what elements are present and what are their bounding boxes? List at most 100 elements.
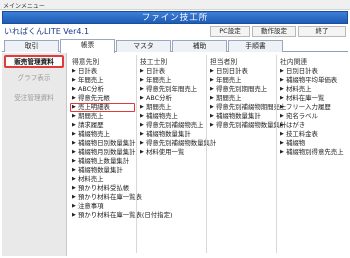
report-link[interactable]: ▶ 得意先別補綴物期間売上 <box>208 103 286 112</box>
report-link[interactable]: ▶ はがき <box>278 121 346 130</box>
column-by-technician: 技工士別 ▶ 日計表 ▶ 年間売上 ▶ 得意先別年間売上 ▶ ABC分析 ▶ 期間売上 ▶ 補綴物売上 ▶… <box>138 53 216 157</box>
report-link[interactable]: ▶ 日計表 <box>70 67 135 76</box>
report-link-label: 得意先別年間売上 <box>146 85 198 93</box>
report-link-label: 預かり材料在庫一覧表 <box>78 193 142 201</box>
report-link[interactable]: ▶ 補綴物数量集計 <box>70 166 135 175</box>
report-link[interactable]: ▶ 年間売上 <box>138 76 204 85</box>
tab-transactions[interactable]: 取引 <box>4 40 59 52</box>
exit-button[interactable]: 終了 <box>298 26 346 37</box>
report-link[interactable]: ▶ 補綴物日別数量集計 <box>70 139 136 148</box>
arrow-right-icon: ▶ <box>140 86 144 92</box>
arrow-right-icon: ▶ <box>140 95 144 101</box>
report-link[interactable]: ▶ 補綴物数量集計 <box>208 112 274 121</box>
report-link[interactable]: ▶ 得意先別年間売上 <box>138 85 204 94</box>
tab-master[interactable]: マスタ <box>116 40 171 52</box>
report-link[interactable]: ▶ 材料使用一覧 <box>138 148 204 157</box>
report-link-label: 補綴物売上 <box>78 130 110 138</box>
report-link-label: 補綴物売上 <box>146 112 178 120</box>
report-link[interactable]: ▶ 得意先別補綴物売上 <box>138 121 204 130</box>
report-link[interactable]: ▶ 宛名ラベル <box>278 112 346 121</box>
report-link[interactable]: ▶ 日計表 <box>138 67 204 76</box>
tab-reports[interactable]: 帳票 <box>60 39 115 53</box>
report-link-label: 補綴物別得意先売上 <box>286 148 344 156</box>
report-link[interactable]: ▶ 得意先別補綴物数量集計 <box>208 121 286 130</box>
report-link[interactable]: ▶ 補綴物数量集計 <box>138 130 204 139</box>
report-link[interactable]: ▶ 請求履歴 <box>70 121 135 130</box>
column-by-staff: 担当者別 ▶ 日別日計表 ▶ 年間売上 ▶ 得意先別期間売上 ▶ 期間売上 ▶ 得意先別補綴物期間売… <box>208 53 286 130</box>
report-link-label: 日計表 <box>78 67 98 75</box>
report-link[interactable]: ▶ 売上明細表 <box>70 103 135 112</box>
report-link[interactable]: ▶ 日別日計表 <box>208 67 274 76</box>
arrow-right-icon: ▶ <box>140 77 144 83</box>
report-link[interactable]: ▶ 材料売上 <box>278 85 346 94</box>
operation-settings-button[interactable]: 動作設定 <box>252 26 296 37</box>
arrow-right-icon: ▶ <box>72 212 76 218</box>
column-heading: 技工士別 <box>140 58 168 66</box>
report-link-label: 補綴物数量集計 <box>216 112 261 120</box>
report-link-label: 年間売上 <box>78 76 104 84</box>
report-link[interactable]: ▶ 期間売上 <box>208 94 274 103</box>
report-link-label: 売上明細表 <box>78 103 110 111</box>
report-link[interactable]: ▶ 預かり材料在庫一覧表(日付指定) <box>70 211 172 220</box>
arrow-right-icon: ▶ <box>72 176 76 182</box>
column-divider <box>206 55 207 253</box>
report-link[interactable]: ▶ 技工料金表 <box>278 130 346 139</box>
arrow-right-icon: ▶ <box>72 131 76 137</box>
arrow-right-icon: ▶ <box>280 95 284 101</box>
report-link-label: 補綴物平均単価表 <box>286 76 338 84</box>
column-heading: 得意先別 <box>72 58 100 66</box>
report-link[interactable]: ▶ 材料在庫一覧 <box>278 94 346 103</box>
sidebar: 販売管理資料 グラフ表示 受注管理資料 <box>2 53 67 256</box>
report-link[interactable]: ▶ 得意先元帳 <box>70 94 135 103</box>
report-link[interactable]: ▶ 補綴物平均単価表 <box>278 76 346 85</box>
report-link[interactable]: ▶ 補綴物別得意先売上 <box>278 148 346 157</box>
pc-settings-button[interactable]: PC設定 <box>210 26 250 37</box>
report-link[interactable]: ▶ 得意先別期間売上 <box>208 85 274 94</box>
report-link[interactable]: ▶ フリー入力履歴 <box>278 103 346 112</box>
sidebar-item-graph[interactable]: グラフ表示 <box>4 73 64 86</box>
report-link[interactable]: ▶ 年間売上 <box>208 76 274 85</box>
arrow-right-icon: ▶ <box>210 122 214 128</box>
arrow-right-icon: ▶ <box>140 122 144 128</box>
report-link[interactable]: ▶ 預かり材料受払帳 <box>70 184 135 193</box>
report-link[interactable]: ▶ 期間売上 <box>70 112 135 121</box>
sidebar-item-order-management[interactable]: 受注管理資料 <box>4 93 64 106</box>
report-link[interactable]: ▶ 材料売上 <box>70 175 135 184</box>
report-link[interactable]: ▶ 補綴物上数量集計 <box>70 157 135 166</box>
title-bar: ファイン技工所 <box>2 11 348 24</box>
report-link[interactable]: ▶ 補綴物月別数量集計 <box>70 148 136 157</box>
report-link[interactable]: ▶ 得意先別補綴物数量集計 <box>138 139 216 148</box>
report-link-label: ABC分析 <box>146 94 172 102</box>
arrow-right-icon: ▶ <box>210 113 214 119</box>
report-link-label: 年間売上 <box>216 76 242 84</box>
report-link[interactable]: ▶ 注意事項 <box>70 202 135 211</box>
column-heading: 社内関連 <box>280 58 308 66</box>
report-link[interactable]: ▶ ABC分析 <box>138 94 204 103</box>
sidebar-item-sales-management[interactable]: 販売管理資料 <box>4 55 64 68</box>
arrow-right-icon: ▶ <box>140 104 144 110</box>
report-link-label: 補綴物 <box>286 139 306 147</box>
arrow-right-icon: ▶ <box>72 203 76 209</box>
report-link[interactable]: ▶ 預かり材料在庫一覧表 <box>70 193 142 202</box>
report-link-label: 預かり材料在庫一覧表(日付指定) <box>78 211 173 219</box>
arrow-right-icon: ▶ <box>72 68 76 74</box>
report-link[interactable]: ▶ 補綴物売上 <box>138 112 204 121</box>
arrow-right-icon: ▶ <box>210 77 214 83</box>
report-link[interactable]: ▶ 補綴物 <box>278 139 346 148</box>
report-link-label: 補綴物数量集計 <box>146 130 191 138</box>
arrow-right-icon: ▶ <box>72 86 76 92</box>
tab-auxiliary[interactable]: 補助 <box>172 40 227 52</box>
report-link-label: 日別日計表 <box>216 67 248 75</box>
report-link[interactable]: ▶ 補綴物売上 <box>70 130 135 139</box>
report-link[interactable]: ▶ 日別日計表 <box>278 67 346 76</box>
report-link-label: 注意事項 <box>78 202 104 210</box>
arrow-right-icon: ▶ <box>72 140 76 146</box>
report-link[interactable]: ▶ 期間売上 <box>138 103 204 112</box>
report-link-label: 請求履歴 <box>78 121 104 129</box>
arrow-right-icon: ▶ <box>140 131 144 137</box>
report-link[interactable]: ▶ 年間売上 <box>70 76 135 85</box>
tab-procedures[interactable]: 手順書 <box>228 40 283 52</box>
arrow-right-icon: ▶ <box>210 86 214 92</box>
arrow-right-icon: ▶ <box>280 104 284 110</box>
report-link[interactable]: ▶ ABC分析 <box>70 85 135 94</box>
